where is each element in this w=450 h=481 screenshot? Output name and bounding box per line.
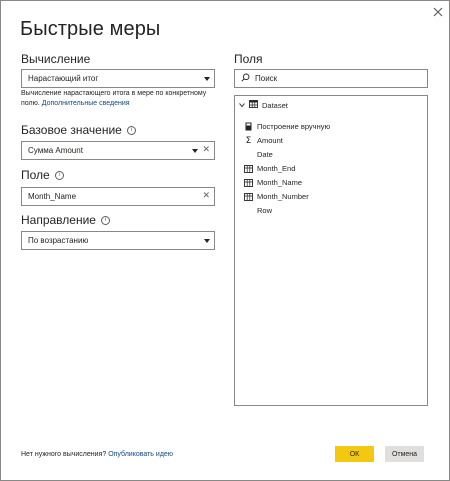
close-icon[interactable]: [431, 5, 445, 19]
quick-measures-dialog: Быстрые меры Вычисление Нарастающий итог…: [0, 0, 450, 481]
collapse-icon[interactable]: [239, 101, 245, 110]
more-info-link[interactable]: Дополнительные сведения: [42, 100, 130, 107]
calculation-label: Вычисление: [21, 52, 90, 66]
publish-idea-link[interactable]: Опубликовать идею: [108, 451, 173, 458]
tree-item-row[interactable]: Row: [244, 206, 272, 215]
field-value: Month_Name: [28, 192, 77, 201]
calculation-value: Нарастающий итог: [28, 74, 99, 83]
tree-item-amount[interactable]: Σ Amount: [244, 135, 283, 146]
table-icon: [249, 100, 258, 110]
field-label: Поле i: [21, 168, 64, 182]
tree-item-label: Month_Name: [257, 178, 303, 187]
calculator-icon: [244, 122, 253, 131]
tree-item-label: Month_End: [257, 164, 296, 173]
chevron-down-icon[interactable]: [192, 148, 199, 153]
tree-item-manual[interactable]: Построение вручную: [244, 122, 330, 131]
tree-item-label: Row: [257, 206, 273, 215]
tree-item-month-end[interactable]: Month_End: [244, 164, 295, 173]
cancel-button[interactable]: Отмена: [385, 446, 424, 462]
clear-icon[interactable]: ✕: [202, 146, 210, 155]
sigma-icon: Σ: [245, 135, 252, 146]
tree-item-label: Построение вручную: [257, 122, 331, 131]
direction-dropdown[interactable]: По возрастанию: [21, 231, 215, 250]
tree-item-month-name[interactable]: Month_Name: [244, 178, 302, 187]
base-value-value: Сумма Amount: [28, 146, 83, 155]
info-icon[interactable]: i: [100, 215, 110, 225]
field-field[interactable]: Month_Name ✕: [21, 187, 215, 206]
tree-item-month-number[interactable]: Month_Number: [244, 192, 309, 201]
search-input[interactable]: Поиск: [234, 69, 428, 88]
base-value-label-text: Базовое значение: [21, 123, 122, 137]
clear-icon[interactable]: ✕: [202, 192, 210, 201]
fields-tree: Dataset Построение вручную Σ Amount Date…: [234, 95, 428, 406]
search-icon: [241, 73, 250, 84]
calculation-description: Вычисление нарастающего итога в мере по …: [21, 89, 211, 109]
field-label-text: Поле: [21, 168, 50, 182]
chevron-down-icon: [204, 238, 210, 243]
base-value-label: Базовое значение i: [21, 123, 136, 137]
info-icon[interactable]: i: [126, 125, 136, 135]
hierarchy-icon: [244, 164, 253, 173]
calculation-dropdown[interactable]: Нарастающий итог: [21, 69, 215, 88]
calculation-label-text: Вычисление: [21, 52, 91, 66]
hierarchy-icon: [244, 192, 253, 201]
footer-question: Нет нужного вычисления?: [21, 451, 107, 458]
tree-root-label: Dataset: [262, 100, 288, 110]
tree-root-dataset[interactable]: Dataset: [239, 100, 288, 110]
fields-panel-label: Поля: [234, 52, 263, 66]
base-value-field[interactable]: Сумма Amount ✕: [21, 141, 215, 160]
direction-value: По возрастанию: [28, 236, 89, 245]
ok-button[interactable]: ОК: [335, 446, 374, 462]
blank-icon: [244, 206, 253, 215]
dialog-title: Быстрые меры: [20, 18, 161, 40]
direction-label-text: Направление: [21, 213, 96, 227]
direction-label: Направление i: [21, 213, 110, 227]
tree-item-date[interactable]: Date: [244, 150, 273, 159]
tree-item-label: Amount: [257, 136, 283, 145]
footer-text: Нет нужного вычисления? Опубликовать иде…: [21, 451, 173, 458]
tree-item-label: Month_Number: [257, 192, 309, 201]
chevron-down-icon: [204, 76, 210, 81]
tree-item-label: Date: [257, 150, 273, 159]
search-placeholder: Поиск: [255, 74, 278, 83]
blank-icon: [244, 150, 253, 159]
info-icon[interactable]: i: [54, 170, 64, 180]
hierarchy-icon: [244, 178, 253, 187]
